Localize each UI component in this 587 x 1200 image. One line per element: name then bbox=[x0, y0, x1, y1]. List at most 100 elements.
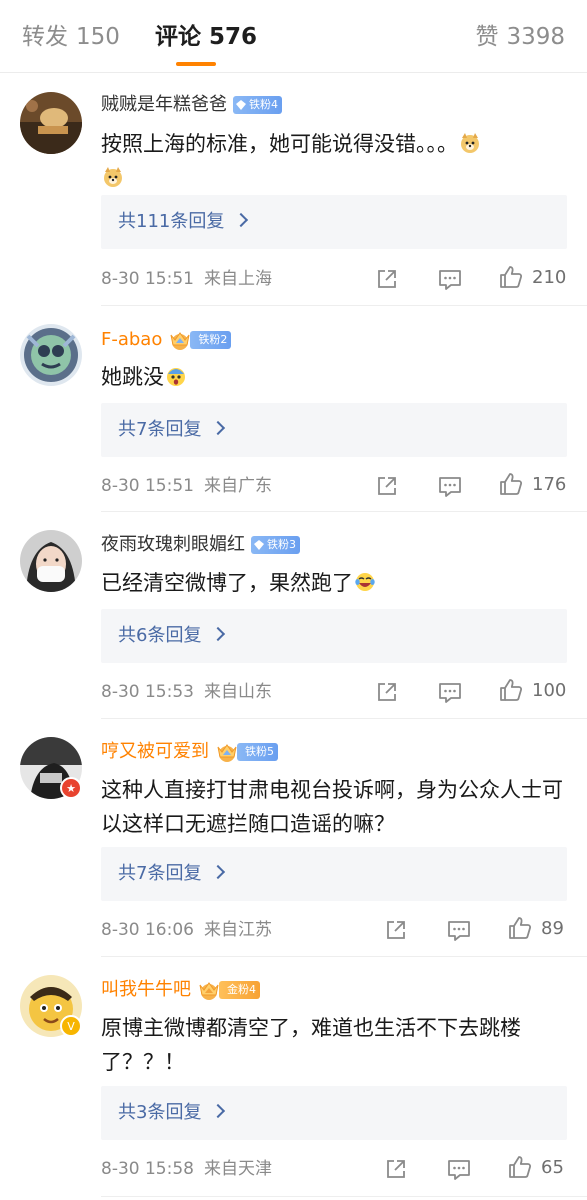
tab-repost[interactable]: 转发 150 bbox=[22, 20, 120, 54]
reply-count-link[interactable]: 共7条回复 bbox=[118, 403, 226, 457]
diamond-icon bbox=[254, 540, 264, 550]
like-button[interactable]: 100 bbox=[498, 677, 566, 703]
username[interactable]: 哼又被可爱到 bbox=[101, 739, 209, 765]
username[interactable]: 贼贼是年糕爸爸 bbox=[101, 92, 227, 118]
reply-preview[interactable]: 共7条回复 bbox=[101, 403, 567, 457]
share-button[interactable] bbox=[375, 679, 399, 705]
fan-badge-label: 金粉4 bbox=[227, 983, 256, 996]
comment-text-body: 这种人直接打甘肃电视台投诉啊，身为公众人士可以这样口无遮拦随口造谣的嘛？ bbox=[101, 778, 563, 836]
reply-count-label: 共6条回复 bbox=[118, 625, 202, 646]
like-count: 100 bbox=[532, 679, 567, 701]
name-row: 贼贼是年糕爸爸 铁粉4 bbox=[101, 92, 282, 118]
share-button[interactable] bbox=[384, 1156, 408, 1182]
comment-meta: 8-30 16:06 来自江苏 bbox=[101, 917, 272, 943]
crown-icon bbox=[170, 332, 190, 350]
verified-badge: ★ bbox=[60, 777, 82, 799]
username[interactable]: 夜雨玫瑰刺眼媚红 bbox=[101, 532, 245, 558]
comment-text: 按照上海的标准，她可能说得没错。。。 bbox=[101, 127, 571, 195]
reply-button[interactable] bbox=[437, 473, 463, 499]
chevron-right-icon bbox=[211, 1103, 226, 1119]
comment-icon bbox=[439, 270, 461, 290]
doge-emoji bbox=[461, 133, 479, 153]
tab-repost-count: 150 bbox=[76, 24, 120, 50]
tab-like[interactable]: 赞 3398 bbox=[475, 20, 565, 54]
reply-preview[interactable]: 共6条回复 bbox=[101, 609, 567, 663]
share-button[interactable] bbox=[375, 473, 399, 499]
reply-button[interactable] bbox=[446, 917, 472, 943]
reply-count-label: 共7条回复 bbox=[118, 863, 202, 884]
comment-icon bbox=[439, 683, 461, 703]
share-icon bbox=[387, 1160, 405, 1178]
comment-item: V 叫我牛牛吧 金粉4 原博主微博都清空了，难道也生活不下去跳楼了？？！ 共3条… bbox=[0, 957, 587, 1197]
reply-count-link[interactable]: 共7条回复 bbox=[118, 847, 226, 901]
comment-text: 这种人直接打甘肃电视台投诉啊，身为公众人士可以这样口无遮拦随口造谣的嘛？ bbox=[101, 773, 571, 841]
crown-icon bbox=[217, 744, 237, 762]
tab-comment[interactable]: 评论 576 bbox=[155, 20, 257, 54]
chevron-right-icon bbox=[234, 212, 249, 228]
share-icon bbox=[378, 683, 396, 701]
reply-count-label: 共111条回复 bbox=[118, 211, 225, 232]
fan-badge: 金粉4 bbox=[219, 981, 260, 999]
reply-count-link[interactable]: 共6条回复 bbox=[118, 609, 226, 663]
crown-icon bbox=[199, 982, 219, 1000]
comment-text-body: 已经清空微博了，果然跑了 bbox=[101, 571, 353, 595]
tab-comment-label: 评论 bbox=[155, 24, 201, 50]
fan-badge-label: 铁粉4 bbox=[249, 98, 278, 111]
comment-icon bbox=[439, 477, 461, 497]
comment-meta: 8-30 15:51 来自上海 bbox=[101, 266, 272, 292]
fan-badge-label: 铁粉2 bbox=[198, 333, 228, 346]
active-tab-indicator bbox=[176, 62, 216, 66]
username[interactable]: 叫我牛牛吧 bbox=[101, 977, 191, 1003]
like-count: 65 bbox=[541, 1156, 564, 1178]
fan-badge-label: 铁粉5 bbox=[245, 745, 274, 758]
fan-badge: 铁粉2 bbox=[190, 331, 232, 349]
comment-time: 8-30 15:53 bbox=[101, 682, 194, 702]
thumbs-up-icon bbox=[509, 917, 532, 939]
verified-badge: V bbox=[60, 1015, 82, 1037]
comment-tab-bar: 转发 150 评论 576 赞 3398 bbox=[0, 0, 587, 73]
share-button[interactable] bbox=[375, 266, 399, 292]
reply-button[interactable] bbox=[437, 266, 463, 292]
avatar[interactable] bbox=[20, 324, 82, 386]
name-row: F-abao 铁粉2 bbox=[101, 327, 232, 353]
comment-meta: 8-30 15:51 来自广东 bbox=[101, 473, 272, 499]
like-button[interactable]: 210 bbox=[498, 264, 566, 290]
chevron-right-icon bbox=[211, 864, 226, 880]
comment-location: 来自广东 bbox=[203, 476, 272, 496]
fan-badge-label: 铁粉3 bbox=[267, 538, 296, 551]
tab-like-label: 赞 bbox=[475, 24, 499, 50]
fan-badge: 铁粉5 bbox=[237, 743, 278, 761]
reply-count-link[interactable]: 共3条回复 bbox=[118, 1086, 226, 1140]
like-count: 89 bbox=[541, 917, 564, 939]
shocked-emoji bbox=[167, 368, 185, 386]
comment-text: 她跳没 bbox=[101, 360, 571, 394]
reply-preview[interactable]: 共7条回复 bbox=[101, 847, 567, 901]
comment-location: 来自山东 bbox=[203, 682, 272, 702]
username[interactable]: F-abao bbox=[101, 327, 162, 353]
avatar[interactable] bbox=[20, 530, 82, 592]
tab-repost-label: 转发 bbox=[22, 24, 68, 50]
share-button[interactable] bbox=[384, 917, 408, 943]
fan-badge: 铁粉4 bbox=[233, 96, 282, 114]
comment-text-body: 她跳没 bbox=[101, 365, 164, 389]
thumbs-up-icon bbox=[500, 266, 523, 288]
reply-preview[interactable]: 共111条回复 bbox=[101, 195, 567, 249]
comment-item: 夜雨玫瑰刺眼媚红 铁粉3 已经清空微博了，果然跑了 共6条回复 8-30 15:… bbox=[0, 512, 587, 719]
comment-time: 8-30 15:51 bbox=[101, 476, 194, 496]
share-icon bbox=[378, 477, 396, 495]
reply-button[interactable] bbox=[446, 1156, 472, 1182]
tab-comment-count: 576 bbox=[209, 24, 258, 50]
thumbs-up-icon bbox=[500, 473, 523, 495]
reply-count-link[interactable]: 共111条回复 bbox=[118, 195, 249, 249]
fan-badge: 铁粉3 bbox=[251, 536, 300, 554]
comment-time: 8-30 15:58 bbox=[101, 1159, 194, 1179]
comment-location: 来自天津 bbox=[203, 1159, 272, 1179]
chevron-right-icon bbox=[211, 420, 226, 436]
like-button[interactable]: 89 bbox=[507, 915, 564, 941]
reply-button[interactable] bbox=[437, 679, 463, 705]
reply-preview[interactable]: 共3条回复 bbox=[101, 1086, 567, 1140]
avatar[interactable] bbox=[20, 92, 82, 154]
comment-text-body: 按照上海的标准，她可能说得没错。。。 bbox=[101, 132, 458, 156]
like-button[interactable]: 65 bbox=[507, 1154, 564, 1180]
like-button[interactable]: 176 bbox=[498, 471, 566, 497]
